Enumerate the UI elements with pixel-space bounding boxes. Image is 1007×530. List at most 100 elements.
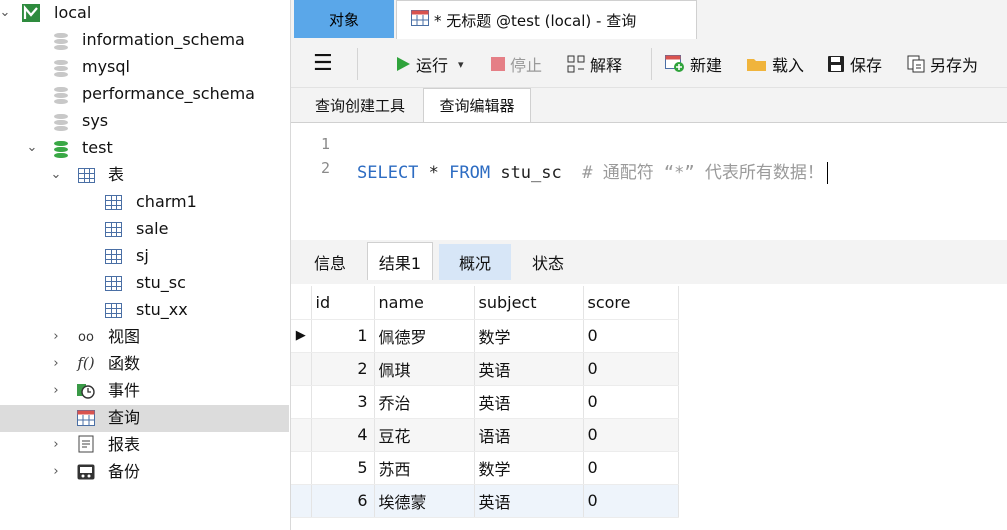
table-label: sj xyxy=(136,246,149,265)
new-button[interactable]: 新建 xyxy=(665,52,722,76)
explain-label: 解释 xyxy=(590,56,623,75)
tree-node-reports[interactable]: › 报表 xyxy=(0,432,289,459)
menu-button[interactable]: ☰ xyxy=(313,52,333,76)
tree-node-connection[interactable]: ⌄ local xyxy=(0,0,289,27)
chevron-right-icon[interactable]: › xyxy=(49,357,63,371)
event-clock-icon xyxy=(77,382,95,400)
tree-node-queries[interactable]: 查询 xyxy=(0,405,289,432)
line-number: 1 xyxy=(321,135,331,153)
tables-label: 表 xyxy=(108,165,125,184)
save-as-button[interactable]: 另存为 xyxy=(907,52,978,76)
cell-score[interactable]: 0 xyxy=(583,451,679,485)
cell-name[interactable]: 豆花 xyxy=(374,418,475,452)
result-grid[interactable]: id name subject score ▶ 1 佩德罗 数学 0 2 佩琪 … xyxy=(291,284,1007,530)
save-as-label: 另存为 xyxy=(930,56,979,75)
column-header-name[interactable]: name xyxy=(374,286,475,320)
cell-subject[interactable]: 数学 xyxy=(474,451,584,485)
table-row[interactable]: 3 乔治 英语 0 xyxy=(291,385,679,419)
chevron-right-icon[interactable]: › xyxy=(49,384,63,398)
cell-subject[interactable]: 英语 xyxy=(474,484,584,518)
run-button[interactable]: 运行 ▾ xyxy=(395,52,464,76)
cell-subject[interactable]: 英语 xyxy=(474,385,584,419)
cell-score[interactable]: 0 xyxy=(583,484,679,518)
query-icon xyxy=(411,10,429,30)
table-row[interactable]: 6 埃德蒙 英语 0 xyxy=(291,484,679,518)
cell-name[interactable]: 乔治 xyxy=(374,385,475,419)
chevron-right-icon[interactable]: › xyxy=(49,465,63,479)
tree-node-table[interactable]: sj xyxy=(0,243,289,270)
table-row[interactable]: 5 苏西 数学 0 xyxy=(291,451,679,485)
report-icon xyxy=(77,435,95,453)
column-header-subject[interactable]: subject xyxy=(474,286,584,320)
cell-score[interactable]: 0 xyxy=(583,385,679,419)
save-button[interactable]: 保存 xyxy=(827,52,882,76)
cell-score[interactable]: 0 xyxy=(583,319,679,353)
navicat-window: ⌄ local information_schema mysql perform… xyxy=(0,0,1007,530)
cell-id[interactable]: 4 xyxy=(311,418,375,452)
sql-editor[interactable]: 1 2 SELECT * FROM stu_sc # 通配符 “*” 代表所有数… xyxy=(291,122,1007,240)
tree-node-tables[interactable]: ⌄ 表 xyxy=(0,162,289,189)
navigation-tree: ⌄ local information_schema mysql perform… xyxy=(0,0,289,530)
functions-label: 函数 xyxy=(108,354,141,373)
chevron-right-icon[interactable]: › xyxy=(49,330,63,344)
cell-id[interactable]: 5 xyxy=(311,451,375,485)
cell-subject[interactable]: 数学 xyxy=(474,319,584,353)
table-row[interactable]: ▶ 1 佩德罗 数学 0 xyxy=(291,319,679,353)
tree-node-backups[interactable]: › 备份 xyxy=(0,459,289,486)
tree-node-events[interactable]: › 事件 xyxy=(0,378,289,405)
tab-overview[interactable]: 概况 xyxy=(439,244,511,280)
tree-node-table[interactable]: stu_xx xyxy=(0,297,289,324)
cell-score[interactable]: 0 xyxy=(583,352,679,386)
cell-subject[interactable]: 英语 xyxy=(474,352,584,386)
tab-query-editor[interactable]: 查询编辑器 xyxy=(423,88,531,122)
stop-button[interactable]: 停止 xyxy=(491,52,542,76)
db-label: test xyxy=(82,138,113,157)
cell-subject[interactable]: 语语 xyxy=(474,418,584,452)
column-header-score[interactable]: score xyxy=(583,286,679,320)
cell-id[interactable]: 1 xyxy=(311,319,375,353)
tab-query-untitled[interactable]: * 无标题 @test (local) - 查询 xyxy=(396,0,697,39)
tree-node-db-sys[interactable]: sys xyxy=(0,108,289,135)
chevron-down-icon[interactable]: ▾ xyxy=(458,58,464,71)
chevron-down-icon[interactable]: ⌄ xyxy=(0,6,12,20)
tree-node-db-mysql[interactable]: mysql xyxy=(0,54,289,81)
load-button[interactable]: 载入 xyxy=(747,52,804,76)
tree-node-table[interactable]: stu_sc xyxy=(0,270,289,297)
result-table: id name subject score ▶ 1 佩德罗 数学 0 2 佩琪 … xyxy=(291,286,679,518)
tab-status[interactable]: 状态 xyxy=(515,244,581,280)
query-tab-label: * 无标题 @test (local) - 查询 xyxy=(434,11,637,30)
tab-info[interactable]: 信息 xyxy=(299,244,361,280)
run-label: 运行 xyxy=(416,56,449,75)
chevron-right-icon[interactable]: › xyxy=(49,438,63,452)
tab-query-builder[interactable]: 查询创建工具 xyxy=(299,88,421,122)
chevron-down-icon[interactable]: ⌄ xyxy=(49,168,63,182)
tree-node-views[interactable]: › oo 视图 xyxy=(0,324,289,351)
query-toolbar: ☰ 运行 ▾ 停止 解释 新建 载入 保存 另存为 xyxy=(291,40,1007,88)
cell-id[interactable]: 2 xyxy=(311,352,375,386)
cell-id[interactable]: 6 xyxy=(311,484,375,518)
views-label: 视图 xyxy=(108,327,141,346)
database-open-icon xyxy=(52,140,70,158)
cell-name[interactable]: 埃德蒙 xyxy=(374,484,475,518)
explain-button[interactable]: 解释 xyxy=(567,52,622,76)
cell-id[interactable]: 3 xyxy=(311,385,375,419)
tree-node-db-performance-schema[interactable]: performance_schema xyxy=(0,81,289,108)
chevron-down-icon[interactable]: ⌄ xyxy=(25,141,39,155)
cell-name[interactable]: 佩德罗 xyxy=(374,319,475,353)
tree-node-db-test[interactable]: ⌄ test xyxy=(0,135,289,162)
table-row[interactable]: 2 佩琪 英语 0 xyxy=(291,352,679,386)
column-header-id[interactable]: id xyxy=(311,286,375,320)
tree-node-table[interactable]: charm1 xyxy=(0,189,289,216)
tab-result1[interactable]: 结果1 xyxy=(367,242,433,280)
cell-score[interactable]: 0 xyxy=(583,418,679,452)
toolbar-separator xyxy=(357,48,358,80)
cell-name[interactable]: 苏西 xyxy=(374,451,475,485)
connection-label: local xyxy=(54,3,92,22)
table-row[interactable]: 4 豆花 语语 0 xyxy=(291,418,679,452)
cell-name[interactable]: 佩琪 xyxy=(374,352,475,386)
sql-code-line[interactable]: SELECT * FROM stu_sc # 通配符 “*” 代表所有数据！ xyxy=(357,158,828,184)
tree-node-table[interactable]: sale xyxy=(0,216,289,243)
tree-node-functions[interactable]: › f() 函数 xyxy=(0,351,289,378)
tab-objects[interactable]: 对象 xyxy=(294,0,394,38)
tree-node-db-information-schema[interactable]: information_schema xyxy=(0,27,289,54)
